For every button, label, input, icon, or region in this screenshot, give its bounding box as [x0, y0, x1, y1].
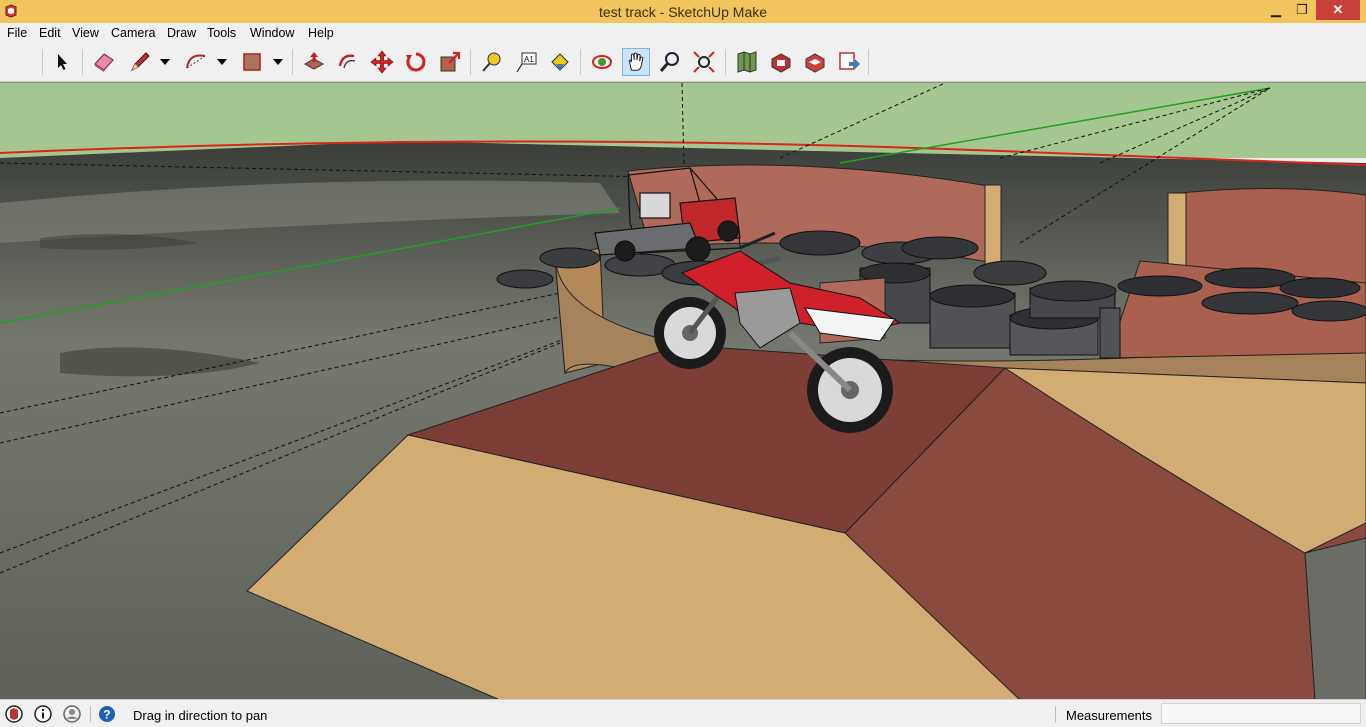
zoom-tool-button[interactable]: [656, 48, 684, 76]
paint-bucket-tool-button[interactable]: [546, 48, 574, 76]
3d-warehouse-button[interactable]: [767, 48, 795, 76]
status-separator: [90, 706, 91, 722]
svg-text:?: ?: [103, 708, 110, 722]
rotate-icon: [406, 52, 426, 72]
close-button[interactable]: ✕: [1316, 0, 1360, 20]
info-icon[interactable]: [34, 705, 52, 723]
orbit-icon: [592, 55, 612, 69]
paint-bucket-icon: [551, 53, 569, 71]
menu-bar: File Edit View Camera Draw Tools Window …: [0, 23, 1366, 43]
eraser-icon: [94, 53, 114, 72]
pan-hand-icon: [628, 52, 644, 71]
extension-warehouse-icon: [805, 53, 825, 73]
toolbar-separator: [470, 49, 471, 75]
svg-text:A1: A1: [524, 55, 534, 64]
rectangle-icon: [243, 53, 261, 71]
rotate-tool-button[interactable]: [402, 48, 430, 76]
rectangle-tool-button[interactable]: [238, 48, 266, 76]
menu-file[interactable]: File: [7, 26, 27, 40]
select-tool-button[interactable]: [48, 48, 76, 76]
main-toolbar: A1: [0, 43, 1366, 82]
status-bar: ? Drag in direction to pan Measurements: [0, 699, 1366, 727]
send-to-layout-icon: [839, 52, 860, 70]
offset-tool-button[interactable]: [334, 48, 362, 76]
toolbar-separator: [292, 49, 293, 75]
eraser-tool-button[interactable]: [90, 48, 118, 76]
arc-dropdown-icon[interactable]: [217, 59, 227, 65]
help-icon[interactable]: ?: [98, 705, 116, 723]
zoom-extents-icon: [693, 51, 715, 73]
menu-edit[interactable]: Edit: [39, 26, 61, 40]
orbit-tool-button[interactable]: [588, 48, 616, 76]
push-pull-icon: [303, 52, 325, 70]
status-hint-text: Drag in direction to pan: [133, 708, 268, 723]
scene-canvas: [0, 83, 1366, 700]
zoom-extents-tool-button[interactable]: [690, 48, 718, 76]
minimize-button[interactable]: ▁: [1262, 0, 1290, 22]
geo-location-icon: [737, 51, 757, 73]
toolbar-separator: [82, 49, 83, 75]
measurements-input[interactable]: [1161, 703, 1361, 724]
arc-tool-button[interactable]: [182, 48, 210, 76]
measurements-label: Measurements: [1066, 708, 1152, 723]
menu-help[interactable]: Help: [308, 26, 334, 40]
text-label-icon: A1: [516, 52, 537, 73]
text-tool-button[interactable]: A1: [512, 48, 540, 76]
menu-tools[interactable]: Tools: [207, 26, 236, 40]
pencil-icon: [130, 52, 150, 72]
push-pull-tool-button[interactable]: [300, 48, 328, 76]
toolbar-separator: [42, 49, 43, 75]
toolbar-separator: [868, 49, 869, 75]
menu-draw[interactable]: Draw: [167, 26, 196, 40]
title-bar: test track - SketchUp Make ▁ ❐ ✕: [0, 0, 1366, 23]
menu-window[interactable]: Window: [250, 26, 294, 40]
tape-measure-tool-button[interactable]: [478, 48, 506, 76]
arc-icon: [186, 54, 206, 69]
3d-warehouse-icon: [771, 53, 791, 73]
pencil-tool-button[interactable]: [126, 48, 154, 76]
send-to-layout-button[interactable]: [835, 48, 863, 76]
menu-camera[interactable]: Camera: [111, 26, 155, 40]
restore-button[interactable]: ❐: [1288, 0, 1316, 22]
add-location-button[interactable]: [733, 48, 761, 76]
status-separator: [1055, 706, 1056, 722]
user-account-icon[interactable]: [63, 705, 81, 723]
scale-tool-button[interactable]: [436, 48, 464, 76]
move-icon: [370, 50, 394, 74]
geo-location-status-icon[interactable]: [5, 705, 23, 723]
select-arrow-icon: [58, 54, 67, 70]
menu-view[interactable]: View: [72, 26, 99, 40]
tape-measure-icon: [482, 52, 501, 72]
scale-icon: [440, 51, 461, 72]
toolbar-separator: [580, 49, 581, 75]
pencil-dropdown-icon[interactable]: [160, 59, 170, 65]
move-tool-button[interactable]: [368, 48, 396, 76]
drawing-viewport[interactable]: [0, 82, 1366, 700]
zoom-icon: [659, 52, 679, 72]
window-title: test track - SketchUp Make: [598, 4, 768, 20]
offset-icon: [338, 54, 356, 69]
extension-warehouse-button[interactable]: [801, 48, 829, 76]
pan-tool-button[interactable]: [622, 48, 650, 76]
rectangle-dropdown-icon[interactable]: [273, 59, 283, 65]
toolbar-separator: [725, 49, 726, 75]
